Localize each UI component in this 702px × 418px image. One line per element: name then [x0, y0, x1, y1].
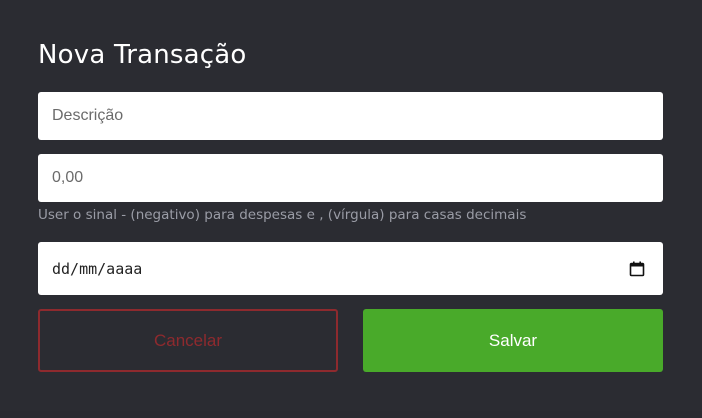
modal-title: Nova Transação [38, 40, 247, 70]
cancel-button[interactable]: Cancelar [38, 309, 338, 372]
new-transaction-modal: Nova Transação Descrição 0,00 User o sin… [0, 0, 702, 418]
amount-input[interactable]: 0,00 [38, 154, 663, 202]
amount-help-text: User o sinal - (negativo) para despesas … [38, 207, 527, 223]
description-placeholder: Descrição [52, 107, 124, 124]
date-input[interactable]: dd/mm/aaaa [38, 242, 663, 295]
date-placeholder: dd/mm/aaaa [52, 259, 143, 278]
description-input[interactable]: Descrição [38, 92, 663, 140]
background-strip [0, 411, 702, 418]
save-button[interactable]: Salvar [363, 309, 663, 372]
amount-placeholder: 0,00 [52, 169, 84, 186]
calendar-icon[interactable] [629, 261, 645, 277]
